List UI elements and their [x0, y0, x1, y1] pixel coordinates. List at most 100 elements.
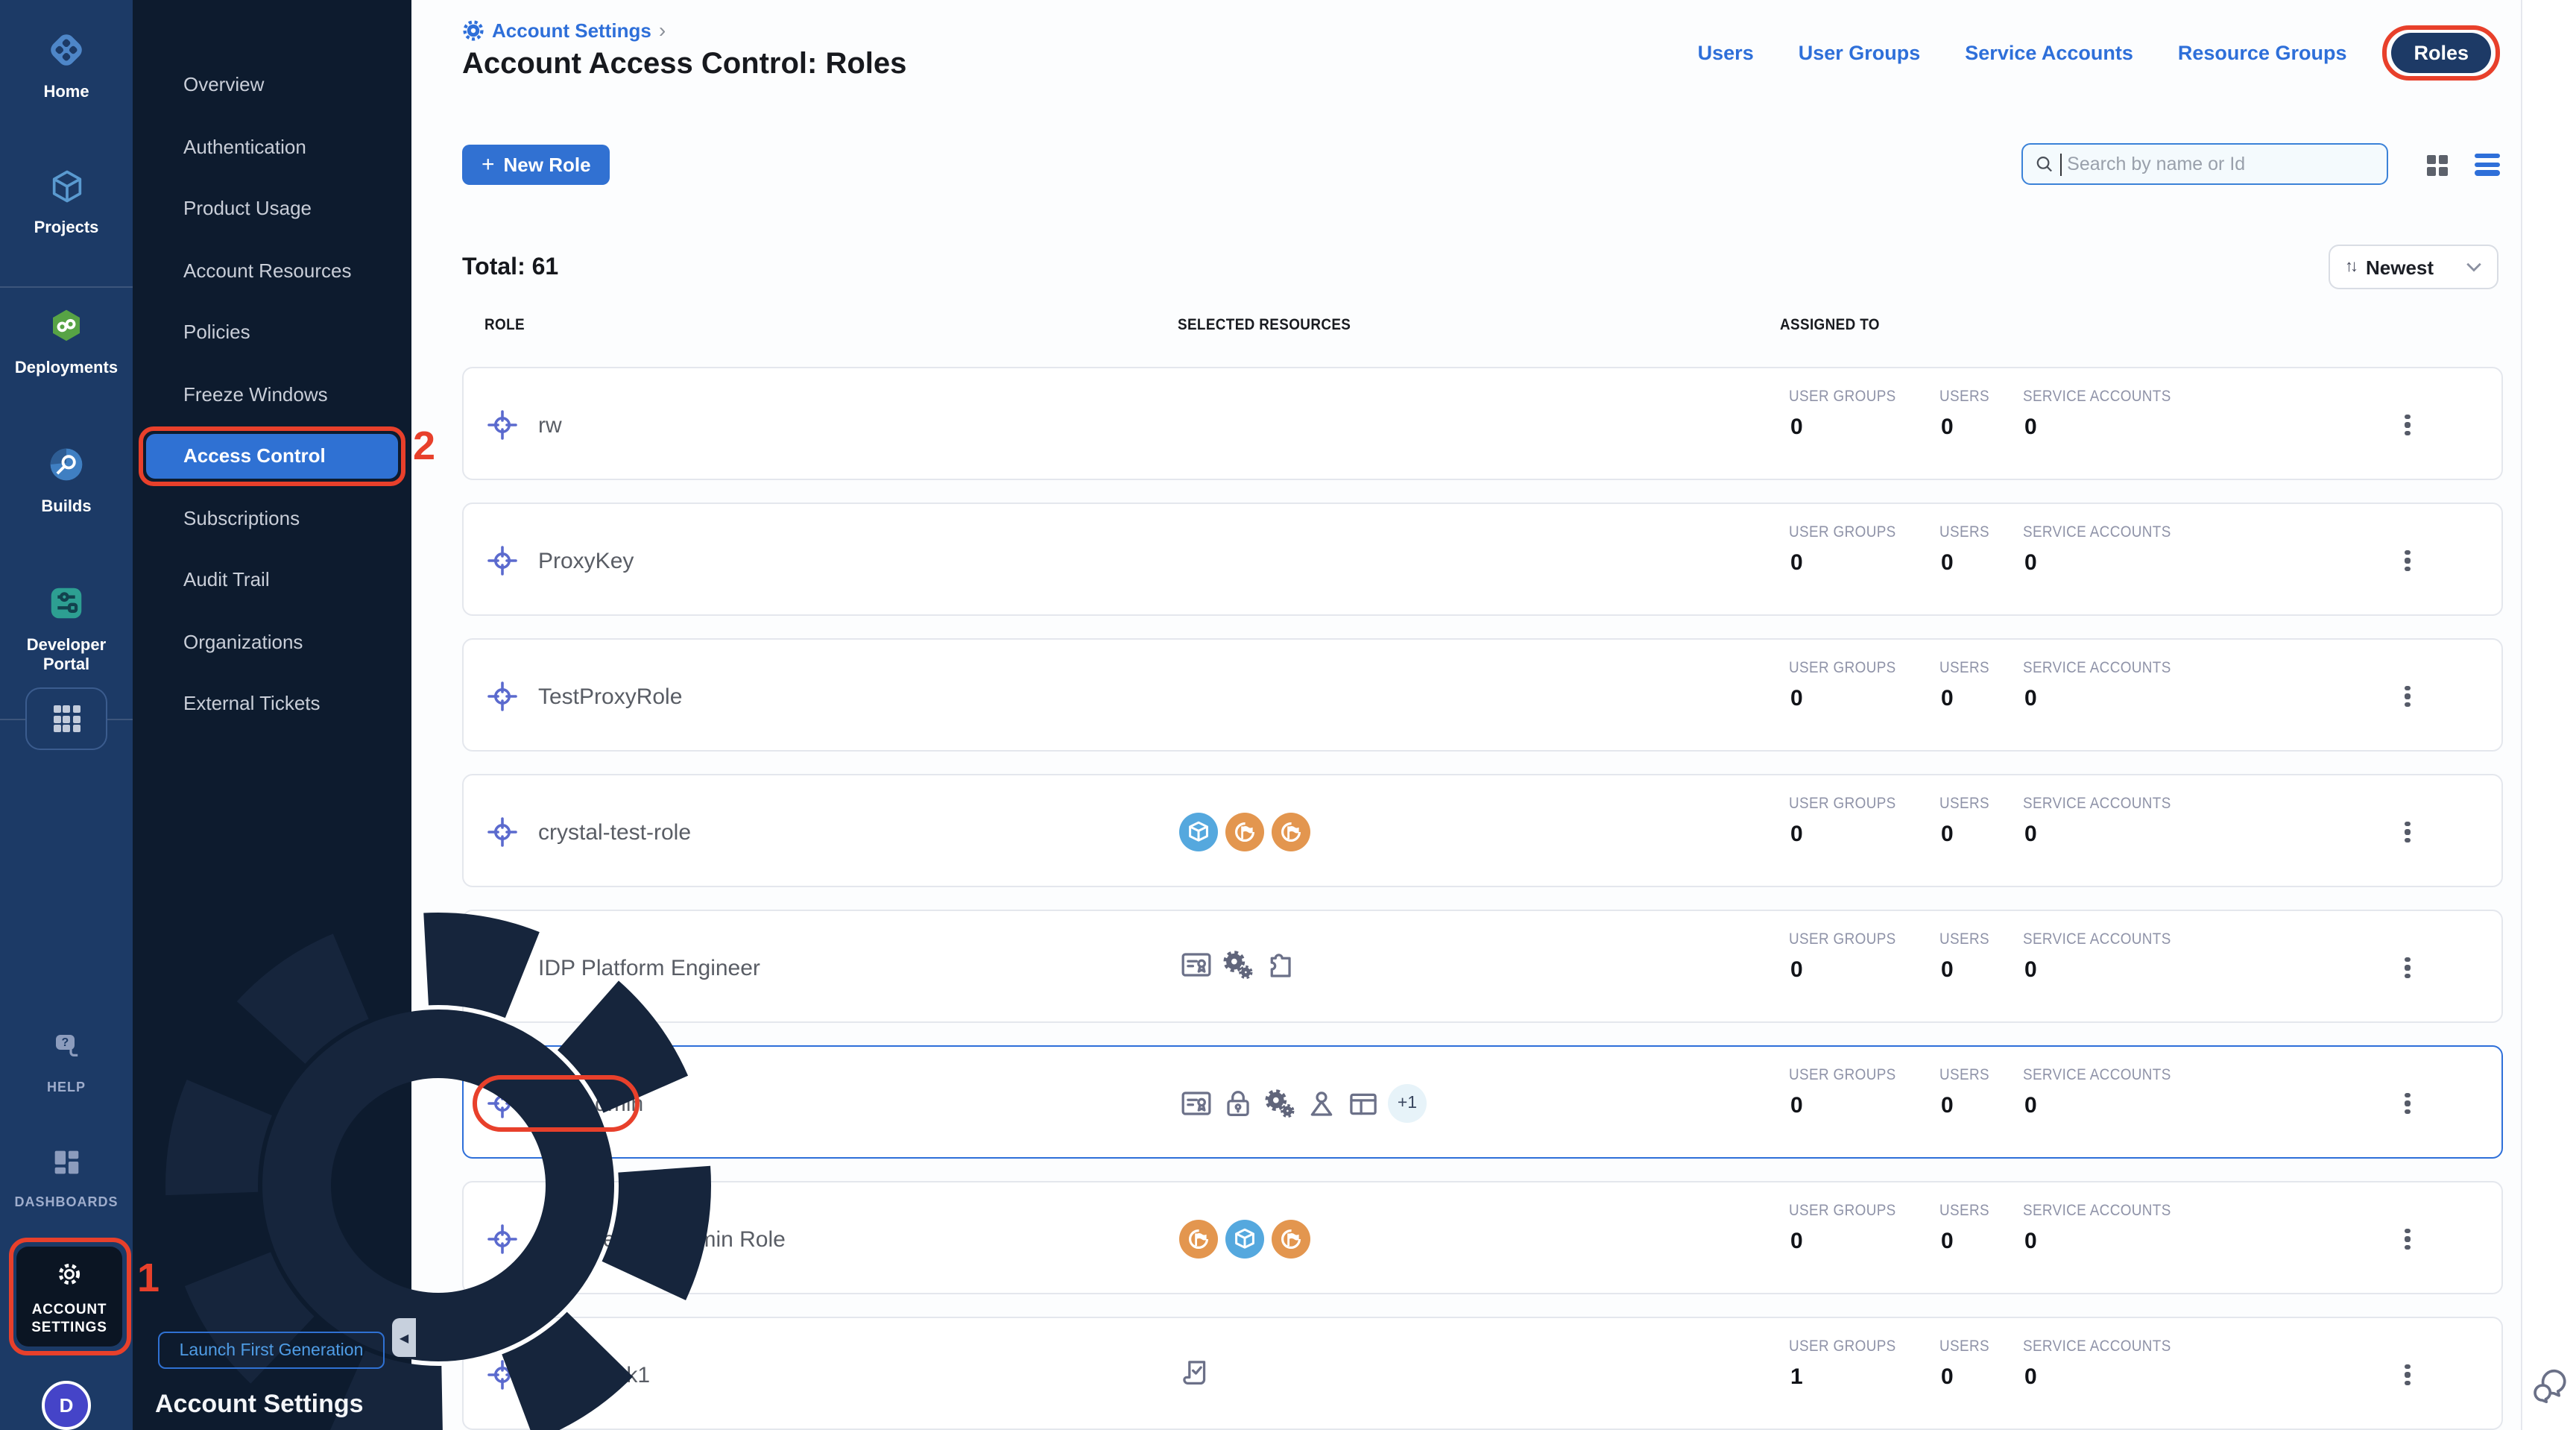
- user-groups-label: USER GROUPS: [1789, 388, 1908, 406]
- flag-badge-icon: [1272, 813, 1310, 851]
- row-menu-kebab-icon[interactable]: [2396, 678, 2419, 714]
- role-crosshair-icon: [484, 407, 520, 443]
- users-label: USERS: [1939, 388, 1995, 406]
- user-groups-label: USER GROUPS: [1789, 523, 1908, 541]
- role-row-feature-flag-admin-role[interactable]: Feature Flag Admin Role USER GROUPS USER…: [462, 1181, 2503, 1294]
- puzzle-icon: [1263, 948, 1297, 983]
- sidenav-item-access-control[interactable]: Access Control: [146, 434, 398, 479]
- home-icon: [46, 30, 86, 70]
- rail-item-dashboards[interactable]: DASHBOARDS: [0, 1145, 133, 1212]
- developer-portal-icon: [46, 583, 86, 623]
- settings-sidenav: Overview Authentication Product Usage Accou…: [133, 0, 411, 1430]
- search-box[interactable]: [2021, 143, 2388, 185]
- role-crosshair-icon: [484, 678, 520, 714]
- role-row-idp-platform-engineer[interactable]: IDP Platform Engineer USER GROUPS USERS …: [462, 910, 2503, 1023]
- breadcrumb-separator: ›: [659, 18, 666, 42]
- new-role-button[interactable]: + New Role: [462, 145, 610, 185]
- account-settings-gear-icon: [54, 1259, 85, 1290]
- row-menu-kebab-icon[interactable]: [2396, 543, 2419, 579]
- breadcrumb[interactable]: Account Settings ›: [462, 18, 666, 42]
- rail-item-builds[interactable]: Builds: [0, 444, 133, 517]
- rail-item-home[interactable]: Home: [0, 30, 133, 102]
- rail-item-account-settings[interactable]: ACCOUNT SETTINGS: [16, 1247, 122, 1346]
- users-label: USERS: [1939, 1066, 1995, 1084]
- avatar[interactable]: D: [42, 1381, 91, 1430]
- sort-arrows-icon: ↑↓: [2345, 258, 2355, 276]
- role-row-rw[interactable]: rw USER GROUPS USERS SERVICE ACCOUNTS 0 …: [462, 367, 2503, 480]
- users-count: 0: [1941, 1093, 1954, 1118]
- service-accounts-count: 0: [2024, 415, 2037, 440]
- search-input[interactable]: [2067, 154, 2375, 174]
- sidenav-item-subscriptions[interactable]: Subscriptions: [146, 496, 398, 541]
- service-accounts-label: SERVICE ACCOUNTS: [2023, 1338, 2188, 1355]
- row-menu-kebab-icon[interactable]: [2396, 1221, 2419, 1257]
- deployments-icon: [46, 306, 86, 346]
- rail-item-developer-portal[interactable]: Developer Portal: [0, 583, 133, 674]
- role-row-testproxyrole[interactable]: TestProxyRole USER GROUPS USERS SERVICE …: [462, 638, 2503, 752]
- sidenav-item-policies[interactable]: Policies: [146, 310, 398, 355]
- role-row-proxykey[interactable]: ProxyKey USER GROUPS USERS SERVICE ACCOU…: [462, 503, 2503, 616]
- sidenav-item-authentication[interactable]: Authentication: [146, 125, 398, 169]
- sidenav-item-freeze-windows[interactable]: Freeze Windows: [146, 372, 398, 417]
- sidenav-item-product-usage[interactable]: Product Usage: [146, 186, 398, 231]
- service-accounts-count: 0: [2024, 822, 2037, 847]
- sidebar-collapse-toggle[interactable]: ◀: [392, 1318, 416, 1357]
- row-menu-kebab-icon[interactable]: [2396, 814, 2419, 850]
- service-accounts-count: 0: [2024, 1229, 2037, 1254]
- rail-item-projects[interactable]: Projects: [0, 167, 133, 238]
- role-crosshair-icon: [484, 814, 520, 850]
- grid-view-toggle[interactable]: [2427, 155, 2448, 176]
- more-resources-chip[interactable]: +1: [1388, 1084, 1427, 1123]
- row-menu-kebab-icon[interactable]: [2396, 407, 2419, 443]
- users-count: 0: [1941, 1229, 1954, 1254]
- selected-resources: [1179, 948, 1297, 983]
- user-groups-label: USER GROUPS: [1789, 1066, 1908, 1084]
- users-label: USERS: [1939, 1202, 1995, 1220]
- sidenav-item-organizations[interactable]: Organizations: [146, 620, 398, 664]
- column-header-selected-resources: SELECTED RESOURCES: [1178, 316, 1370, 334]
- tab-users[interactable]: Users: [1698, 41, 1754, 63]
- annotation-number-1: 1: [137, 1256, 160, 1302]
- sidenav-item-overview[interactable]: Overview: [146, 63, 398, 107]
- sidenav-item-audit-trail[interactable]: Audit Trail: [146, 558, 398, 602]
- list-view-toggle[interactable]: [2475, 154, 2500, 175]
- role-row-idp-admin[interactable]: IDP Admin +1 USER GROUPS USERS SERVICE A…: [462, 1045, 2503, 1159]
- user-groups-count: 1: [1790, 1364, 1803, 1390]
- chat-support-button[interactable]: [2530, 1366, 2570, 1414]
- tab-resource-groups[interactable]: Resource Groups: [2178, 41, 2347, 63]
- sort-dropdown[interactable]: ↑↓ Newest: [2329, 245, 2498, 289]
- svg-text:?: ?: [61, 1036, 69, 1049]
- sidenav-item-account-resources[interactable]: Account Resources: [146, 248, 398, 293]
- row-menu-kebab-icon[interactable]: [2396, 950, 2419, 986]
- apps-grid-button[interactable]: [25, 687, 107, 750]
- tab-service-accounts[interactable]: Service Accounts: [1965, 41, 2133, 63]
- tab-roles[interactable]: Roles: [2391, 33, 2491, 73]
- role-row-crystal-test-role[interactable]: crystal-test-role USER GROUPS USERS SERV…: [462, 774, 2503, 887]
- service-accounts-count: 0: [2024, 1093, 2037, 1118]
- checklist-icon: [1179, 1355, 1213, 1390]
- row-menu-kebab-icon[interactable]: [2396, 1086, 2419, 1121]
- user-groups-label: USER GROUPS: [1789, 1202, 1908, 1220]
- users-count: 0: [1941, 957, 1954, 983]
- role-name: ProxyKey: [538, 549, 634, 574]
- tab-user-groups[interactable]: User Groups: [1799, 41, 1921, 63]
- chat-bubbles-icon: [2530, 1366, 2570, 1406]
- builds-icon: [46, 444, 86, 485]
- role-row-customsk1[interactable]: Customsk1 USER GROUPS USERS SERVICE ACCO…: [462, 1317, 2503, 1430]
- rail-item-help[interactable]: ? HELP: [0, 1029, 133, 1097]
- breadcrumb-link[interactable]: Account Settings: [492, 19, 651, 41]
- user-groups-count: 0: [1790, 1093, 1803, 1118]
- role-name: rw: [538, 413, 562, 438]
- service-accounts-count: 0: [2024, 550, 2037, 576]
- projects-icon: [47, 167, 86, 206]
- rail-item-deployments[interactable]: Deployments: [0, 306, 133, 378]
- certificate-icon: [1179, 948, 1213, 983]
- sidenav-item-external-tickets[interactable]: External Tickets: [146, 681, 398, 726]
- users-count: 0: [1941, 686, 1954, 711]
- launch-first-generation-button[interactable]: Launch First Generation: [158, 1332, 385, 1369]
- users-label: USERS: [1939, 930, 1995, 948]
- row-menu-kebab-icon[interactable]: [2396, 1357, 2419, 1393]
- rail-label: ACCOUNT: [16, 1302, 122, 1320]
- service-accounts-label: SERVICE ACCOUNTS: [2023, 1066, 2188, 1084]
- flag-badge-icon: [1272, 1220, 1310, 1259]
